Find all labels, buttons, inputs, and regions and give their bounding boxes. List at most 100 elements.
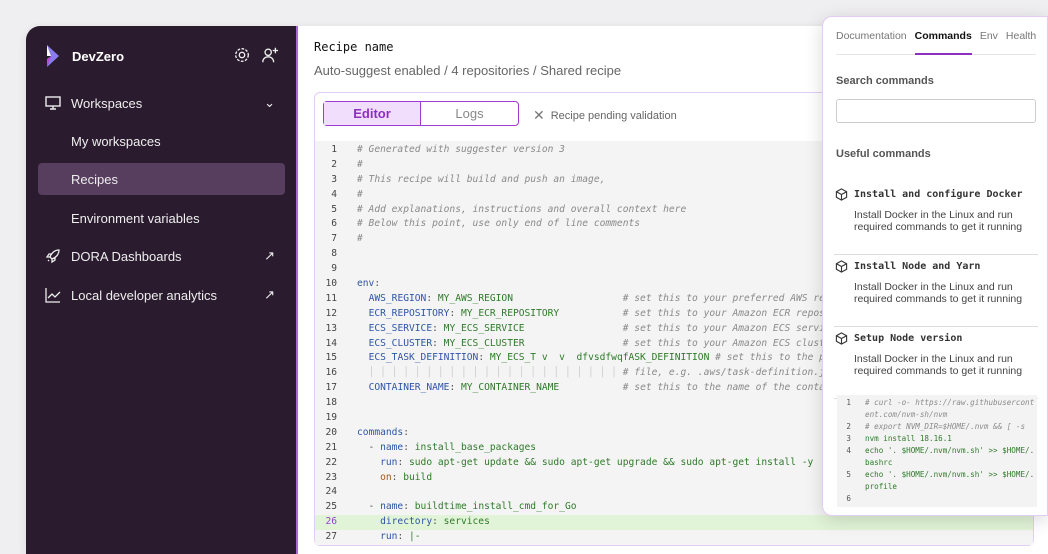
- command-description: Install Docker in the Linux and run requ…: [854, 353, 1023, 377]
- code-token: run: [380, 456, 398, 468]
- sidebar-item-environment-variables[interactable]: Environment variables: [38, 202, 285, 234]
- line-number: 13: [325, 322, 337, 334]
- code-token: #: [357, 188, 363, 200]
- code-token: AWS_REGION: [368, 292, 427, 304]
- sidebar-item-my-workspaces[interactable]: My workspaces: [38, 125, 285, 157]
- panel-tab-health[interactable]: Health: [1006, 30, 1036, 42]
- line-number: 6: [331, 218, 337, 230]
- line-number: 24: [325, 486, 337, 498]
- line-number: 15: [325, 352, 337, 364]
- command-item[interactable]: Install Node and Yarn Install Docker in t…: [834, 255, 1038, 327]
- brand-name: DevZero: [72, 48, 125, 64]
- sidebar-item-label: Environment variables: [71, 210, 200, 226]
- sidebar-item-label: DORA Dashboards: [71, 248, 182, 264]
- line-number: 11: [325, 292, 337, 304]
- code-token: MY_ECR_REPOSITORY: [461, 307, 560, 319]
- code-token: :: [432, 516, 444, 528]
- sidebar-item-label: My workspaces: [71, 133, 161, 149]
- line-number: 3: [846, 434, 851, 443]
- chart-line-icon: [45, 288, 61, 303]
- code-token: build: [403, 471, 433, 483]
- tab-logs[interactable]: Logs: [421, 102, 518, 125]
- code-token: :: [397, 531, 409, 543]
- code-token: :: [449, 307, 461, 319]
- settings-gear-icon[interactable]: [233, 46, 251, 64]
- snippet-text: ​echo '. $HOME/.nvm/nvm.sh' >> $HOME/.pr…: [865, 469, 1037, 493]
- line-number: 1: [331, 144, 337, 155]
- code-token: directory: [380, 516, 433, 528]
- code-token: |-: [409, 531, 421, 543]
- line-number: 25: [325, 501, 337, 513]
- code-token: # Add explanations, instructions and ove…: [357, 203, 687, 215]
- brand[interactable]: DevZero: [44, 44, 124, 68]
- line-number: 2: [331, 158, 337, 170]
- line-number: 10: [325, 278, 337, 290]
- page-title: Recipe name: [314, 40, 394, 54]
- command-title: Install and configure Docker: [854, 189, 1023, 200]
- line-number: 3: [331, 173, 337, 185]
- snippet-line: 6​: [837, 493, 1037, 505]
- code-token: │ │ │ │ │ │ │ │ │ │ │ │ │ │ │ │ │ │ │ │ …: [368, 367, 617, 379]
- code-token: name: [380, 501, 404, 513]
- code-token: # file, e.g. .aws/task-definition.json: [622, 367, 843, 379]
- line-number: 5: [331, 203, 337, 215]
- sidebar-item-recipes[interactable]: Recipes: [38, 163, 285, 195]
- devzero-logo-icon: [47, 45, 59, 67]
- line-number: 1: [846, 398, 851, 407]
- snippet-line: 2 ​# export NVM_DIR=$HOME/.nvm && [ -s: [837, 421, 1037, 433]
- sidebar-item-local-developer-analytics[interactable]: Local developer analytics ↗: [38, 279, 285, 311]
- snippet-text: ​echo '. $HOME/.nvm/nvm.sh' >> $HOME/.ba…: [865, 445, 1037, 469]
- panel-tab-env[interactable]: Env: [980, 30, 998, 42]
- code-token: :: [432, 322, 444, 334]
- snippet-line: 5 ​echo '. $HOME/.nvm/nvm.sh' >> $HOME/.p…: [837, 469, 1037, 493]
- external-link-icon: ↗: [264, 287, 275, 302]
- command-item[interactable]: Setup Node version Install Docker in the …: [834, 327, 1038, 399]
- code-token: on: [380, 471, 392, 483]
- code-token: services: [443, 516, 490, 528]
- useful-commands-heading: Useful commands: [836, 148, 931, 160]
- code-token: ECS_SERVICE: [368, 322, 433, 334]
- code-token: #: [357, 158, 363, 170]
- code-token: # set this to the name of the container: [622, 382, 849, 394]
- line-number: 5: [846, 470, 851, 479]
- command-snippet: 1 ​# curl -o- https://raw.githubuserconte…: [837, 395, 1037, 507]
- code-token: ECS_TASK_DEFINITION: [368, 352, 479, 364]
- panel-tab-commands[interactable]: Commands: [914, 17, 972, 55]
- code-token: sudo apt-get update && sudo apt-get upgr…: [409, 456, 814, 468]
- tab-editor[interactable]: Editor: [324, 102, 421, 125]
- chevron-down-icon[interactable]: ⌄: [264, 95, 275, 111]
- validation-status: ✕ Recipe pending validation: [533, 107, 677, 124]
- command-title: Install Node and Yarn: [854, 261, 981, 272]
- code-line: 27 run: |-: [315, 530, 1033, 545]
- code-token: buildtime_install_cmd_for_Go: [414, 501, 577, 513]
- code-token: MY_ECS_T v v dfvsdfwqfASK_DEFINITION: [489, 352, 710, 364]
- code-token: # Below this point, use only end of line…: [357, 218, 641, 230]
- sidebar-item-dora-dashboards[interactable]: DORA Dashboards ↗: [38, 240, 285, 272]
- sidebar-item-workspaces[interactable]: Workspaces ⌄: [38, 87, 285, 119]
- package-box-icon: [835, 332, 848, 345]
- add-user-icon[interactable]: [261, 46, 279, 64]
- snippet-text: ​# curl -o- https://raw.githubuserconten…: [865, 397, 1037, 421]
- code-token: :: [403, 426, 409, 438]
- line-number: 21: [325, 441, 337, 453]
- monitor-icon: [45, 96, 61, 110]
- code-token: :: [426, 292, 438, 304]
- search-label: Search commands: [836, 75, 934, 87]
- panel-tab-documentation[interactable]: Documentation: [836, 30, 907, 42]
- code-token: run: [380, 531, 398, 543]
- code-token: :: [403, 501, 415, 513]
- search-commands-input[interactable]: [836, 99, 1036, 123]
- command-item[interactable]: Install and configure Docker Install Dock…: [834, 183, 1038, 255]
- code-token: commands: [357, 426, 404, 438]
- panel-tabs: Documentation Commands Env Health: [836, 17, 1036, 55]
